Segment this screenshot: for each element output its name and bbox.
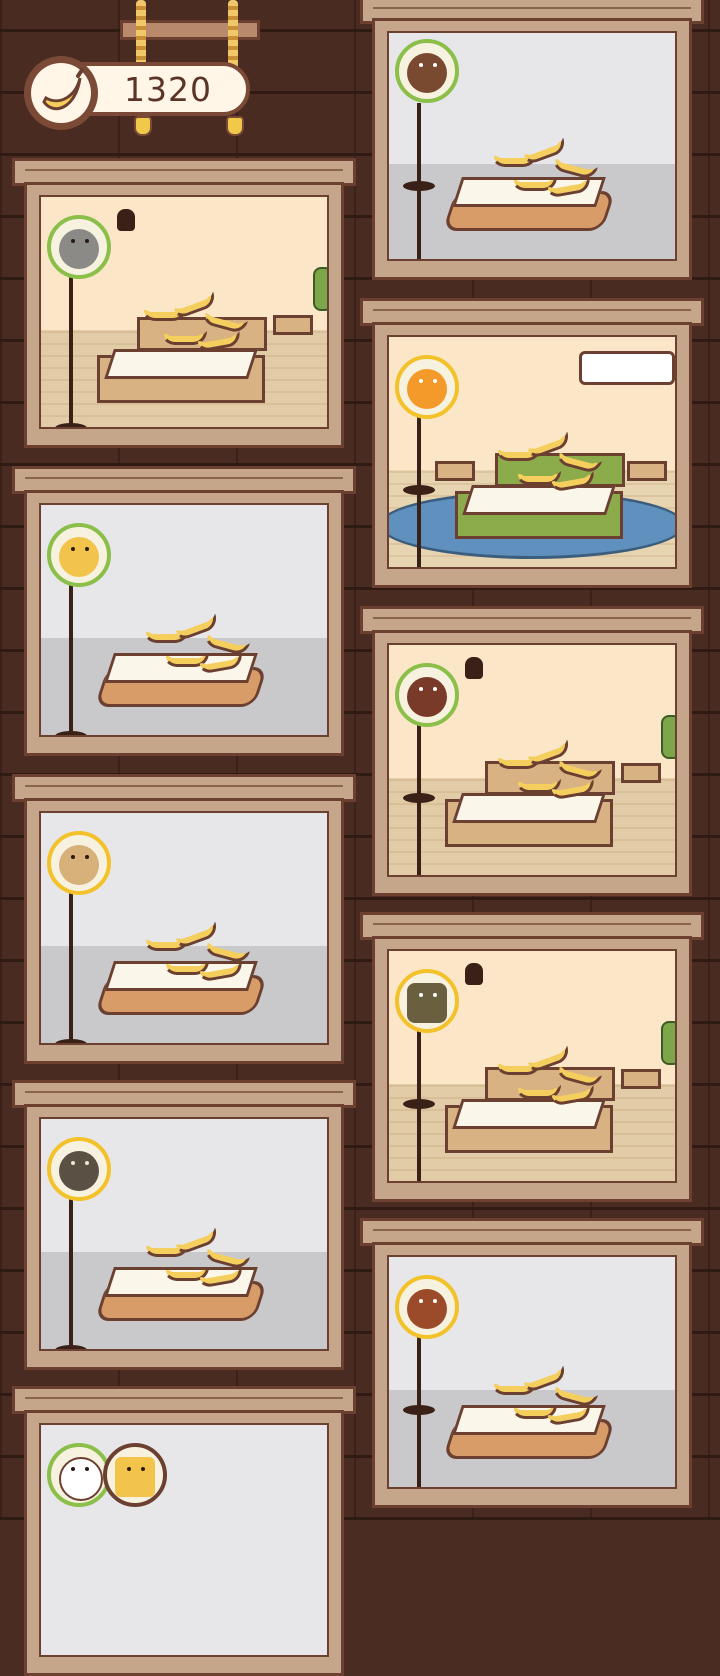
tenant-avatar-rabbit[interactable] bbox=[47, 1443, 111, 1507]
tenant-avatar-turtle[interactable] bbox=[47, 1137, 111, 1201]
tenant-avatar-bird[interactable] bbox=[395, 663, 459, 727]
banana-count: 1320 bbox=[124, 69, 212, 109]
room-right-2[interactable] bbox=[360, 298, 704, 588]
tenant-avatar-robot[interactable] bbox=[103, 1443, 167, 1507]
tenant-avatar-robot[interactable] bbox=[395, 969, 459, 1033]
room-frame bbox=[372, 630, 692, 896]
room-frame bbox=[24, 182, 344, 448]
tenant-avatar-yellow-dog[interactable] bbox=[47, 523, 111, 587]
room-right-1[interactable] bbox=[360, 0, 704, 280]
room-frame bbox=[24, 1104, 344, 1370]
room-frame bbox=[372, 18, 692, 280]
banana-icon bbox=[24, 56, 98, 130]
tenant-avatar-bear[interactable] bbox=[395, 39, 459, 103]
rope bbox=[136, 0, 146, 70]
room-frame bbox=[24, 798, 344, 1064]
tenant-avatar-potato[interactable] bbox=[47, 831, 111, 895]
room-left-2[interactable] bbox=[12, 466, 356, 756]
banana-counter[interactable]: 1320 bbox=[24, 56, 250, 130]
air-conditioner bbox=[579, 351, 675, 385]
room-left-5[interactable] bbox=[12, 1386, 356, 1676]
tassel bbox=[226, 116, 244, 136]
room-frame bbox=[24, 1410, 344, 1676]
room-frame bbox=[372, 1242, 692, 1508]
room-frame bbox=[372, 322, 692, 588]
tenant-avatar-raccoon[interactable] bbox=[47, 215, 111, 279]
rope bbox=[228, 0, 238, 70]
tassel bbox=[134, 116, 152, 136]
room-left-3[interactable] bbox=[12, 774, 356, 1064]
room-left-4[interactable] bbox=[12, 1080, 356, 1370]
tenant-avatar-burger[interactable] bbox=[395, 1275, 459, 1339]
room-frame bbox=[24, 490, 344, 756]
tenant-avatar-orange[interactable] bbox=[395, 355, 459, 419]
room-frame bbox=[372, 936, 692, 1202]
room-right-4[interactable] bbox=[360, 912, 704, 1202]
room-right-3[interactable] bbox=[360, 606, 704, 896]
room-right-5[interactable] bbox=[360, 1218, 704, 1508]
room-left-1[interactable] bbox=[12, 158, 356, 448]
